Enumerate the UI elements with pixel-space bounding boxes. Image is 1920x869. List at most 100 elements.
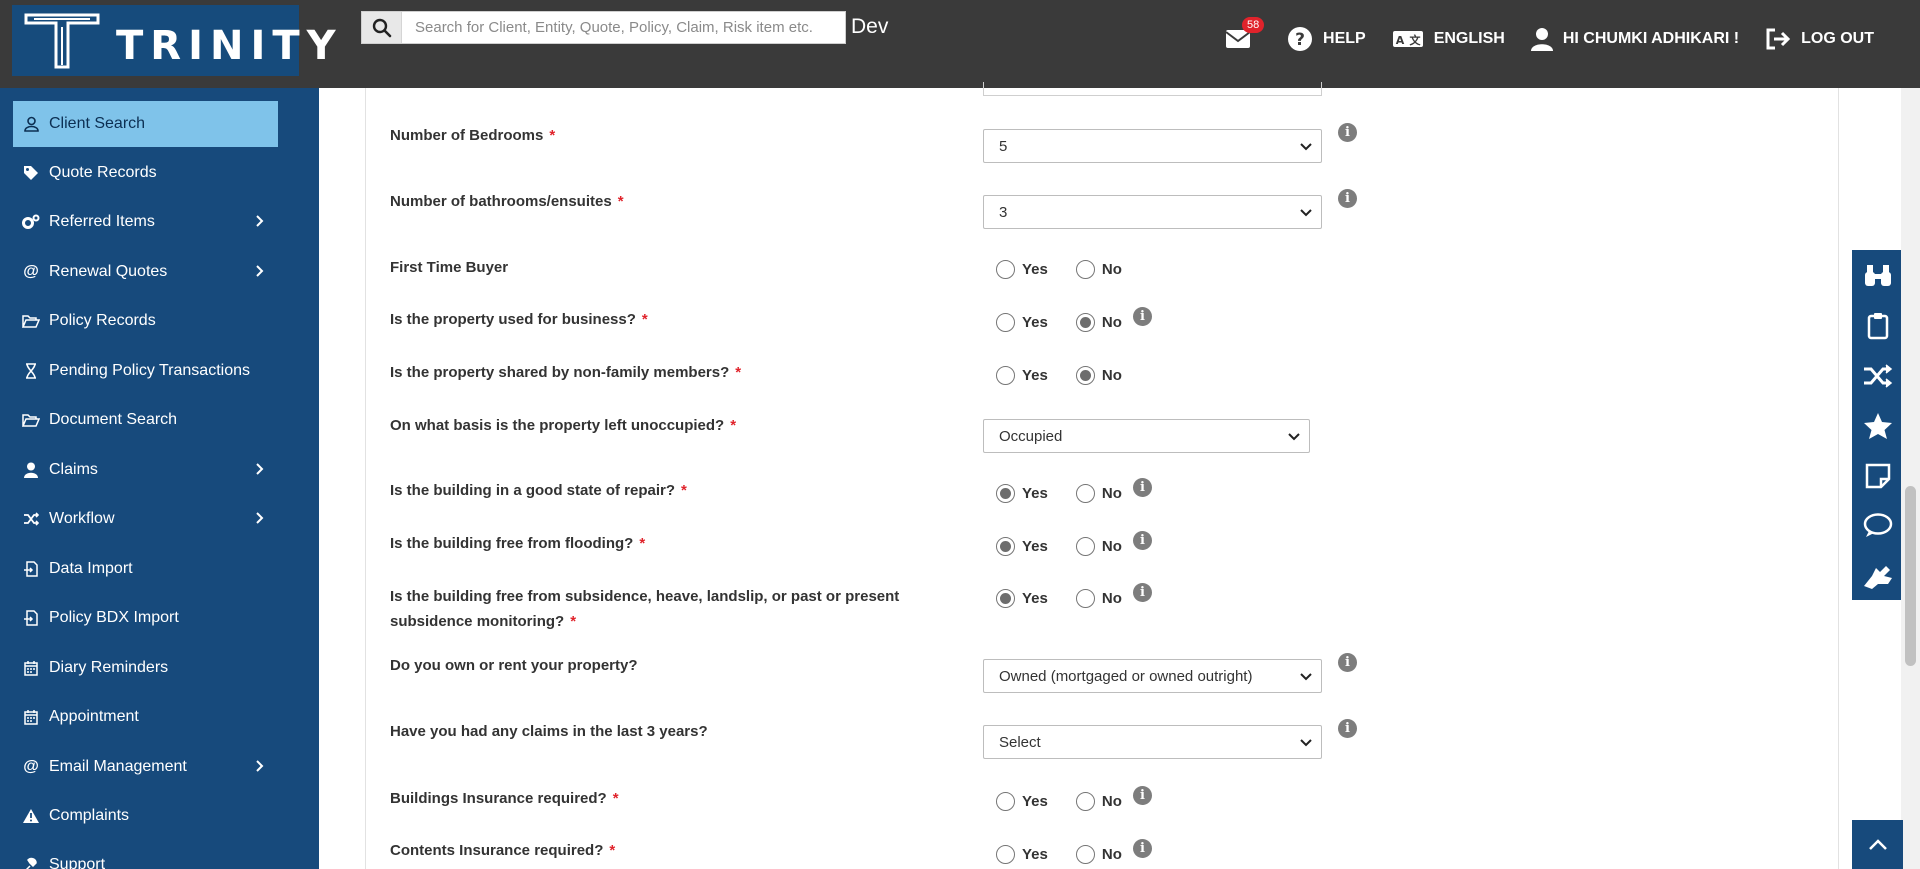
page-scrollbar[interactable] [1901, 88, 1920, 869]
subsidence-radio-group: Yes No [996, 589, 1122, 608]
question-label: Do you own or rent your property? [390, 657, 638, 674]
info-icon[interactable]: i [1338, 653, 1357, 672]
sidebar-item-claims[interactable]: Claims [13, 447, 278, 493]
radio-no[interactable] [1075, 260, 1095, 279]
back-to-top-button[interactable] [1852, 820, 1903, 869]
sidebar-item-appointment[interactable]: Appointment [13, 694, 278, 740]
radio-label: Yes [1022, 314, 1048, 331]
radio-yes[interactable] [996, 589, 1015, 608]
radio-label: Yes [1022, 590, 1048, 607]
sidebar-item-document-search[interactable]: Document Search [13, 397, 278, 443]
sidebar-item-pending-policy-transactions[interactable]: Pending Policy Transactions [13, 348, 278, 394]
info-icon[interactable]: i [1133, 531, 1152, 550]
info-icon[interactable]: i [1133, 478, 1152, 497]
question-label: Have you had any claims in the last 3 ye… [390, 723, 708, 740]
own-or-rent-select[interactable]: Owned (mortgaged or owned outright) [983, 659, 1322, 693]
info-icon[interactable]: i [1133, 307, 1152, 326]
radio-no[interactable] [1075, 313, 1095, 332]
claims-history-select[interactable]: Select [983, 725, 1322, 759]
sidebar-item-complaints[interactable]: Complaints [13, 793, 278, 839]
select-value: Owned (mortgaged or owned outright) [999, 667, 1253, 685]
info-icon[interactable]: i [1338, 189, 1357, 208]
radio-no[interactable] [1075, 792, 1095, 811]
radio-no[interactable] [1075, 845, 1095, 864]
sidebar-item-client-search[interactable]: Client Search [13, 101, 278, 147]
user-icon [13, 116, 49, 132]
sidebar-item-support[interactable]: Support [13, 842, 278, 869]
question-label: Is the building in a good state of repai… [390, 482, 687, 499]
question-label: First Time Buyer [390, 259, 509, 276]
unoccupied-basis-select[interactable]: Occupied [983, 419, 1310, 453]
select-value: 5 [999, 137, 1008, 155]
sign-language-icon[interactable] [1852, 554, 1903, 598]
sidebar-item-diary-reminders[interactable]: Diary Reminders [13, 645, 278, 691]
star-icon[interactable] [1852, 404, 1903, 448]
chat-icon[interactable] [1852, 504, 1903, 548]
help-label: HELP [1323, 30, 1366, 47]
info-icon[interactable]: i [1133, 786, 1152, 805]
clipboard-icon[interactable] [1852, 304, 1903, 348]
mail-button[interactable]: 58 [1225, 17, 1265, 49]
info-icon[interactable]: i [1338, 123, 1357, 142]
tag-icon [13, 165, 49, 181]
question-label: Is the property used for business? * [390, 311, 648, 328]
at-icon: @ [23, 758, 39, 775]
user-menu[interactable]: HI CHUMKI ADHIKARI ! [1530, 27, 1739, 51]
radio-label: No [1101, 261, 1122, 278]
radio-label: No [1101, 367, 1122, 384]
logout-button[interactable]: LOG OUT [1765, 28, 1874, 50]
logo[interactable]: TRINITY [12, 5, 336, 76]
info-icon[interactable]: i [1338, 719, 1357, 738]
sticky-note-icon[interactable] [1852, 454, 1903, 498]
required-marker: * [570, 613, 577, 630]
sidebar-item-renewal-quotes[interactable]: @ Renewal Quotes [13, 249, 278, 295]
question-label: On what basis is the property left unocc… [390, 417, 737, 434]
radio-no[interactable] [1075, 484, 1095, 503]
radio-yes[interactable] [996, 484, 1015, 503]
logout-label: LOG OUT [1801, 30, 1874, 47]
sidebar-item-label: Document Search [49, 411, 178, 428]
sidebar-item-label: Quote Records [49, 164, 157, 181]
binoculars-icon[interactable] [1852, 254, 1903, 298]
scrollbar-thumb[interactable] [1905, 486, 1916, 666]
help-button[interactable]: ? HELP [1287, 26, 1366, 52]
support-icon [13, 857, 49, 869]
sidebar-item-policy-bdx-import[interactable]: Policy BDX Import [13, 595, 278, 641]
sidebar-item-policy-records[interactable]: Policy Records [13, 298, 278, 344]
search-icon[interactable] [362, 12, 402, 43]
radio-no[interactable] [1075, 537, 1095, 556]
calendar-icon [13, 709, 49, 725]
radio-label: No [1101, 314, 1122, 331]
bathrooms-select[interactable]: 3 [983, 195, 1322, 229]
radio-yes[interactable] [996, 537, 1015, 556]
select-value: 3 [999, 203, 1008, 221]
search-input[interactable] [402, 12, 845, 43]
radio-yes[interactable] [996, 845, 1015, 864]
radio-yes[interactable] [996, 792, 1015, 811]
info-icon[interactable]: i [1133, 583, 1152, 602]
calendar-icon [13, 660, 49, 676]
sidebar-item-referred-items[interactable]: Referred Items [13, 199, 278, 245]
sidebar-item-label: Support [49, 856, 106, 869]
sidebar-item-data-import[interactable]: Data Import [13, 546, 278, 592]
contents-insurance-radio-group: Yes No [996, 845, 1122, 864]
global-search[interactable] [361, 11, 846, 44]
radio-no[interactable] [1075, 589, 1095, 608]
required-marker: * [617, 193, 624, 210]
radio-yes[interactable] [996, 313, 1015, 332]
radio-no[interactable] [1075, 366, 1095, 385]
required-marker: * [641, 311, 648, 328]
info-icon[interactable]: i [1133, 839, 1152, 858]
sidebar-item-email-management[interactable]: @ Email Management [13, 744, 278, 790]
business-use-radio-group: Yes No [996, 313, 1122, 332]
buildings-insurance-radio-group: Yes No [996, 792, 1122, 811]
sidebar-item-quote-records[interactable]: Quote Records [13, 150, 278, 196]
shuffle-icon[interactable] [1852, 354, 1903, 398]
language-button[interactable]: A文 ENGLISH [1392, 29, 1505, 49]
radio-yes[interactable] [996, 366, 1015, 385]
folder-open-icon [13, 413, 49, 427]
radio-yes[interactable] [996, 260, 1015, 279]
bedrooms-select[interactable]: 5 [983, 129, 1322, 163]
sidebar-item-workflow[interactable]: Workflow [13, 496, 278, 542]
user-icon [1530, 28, 1553, 51]
